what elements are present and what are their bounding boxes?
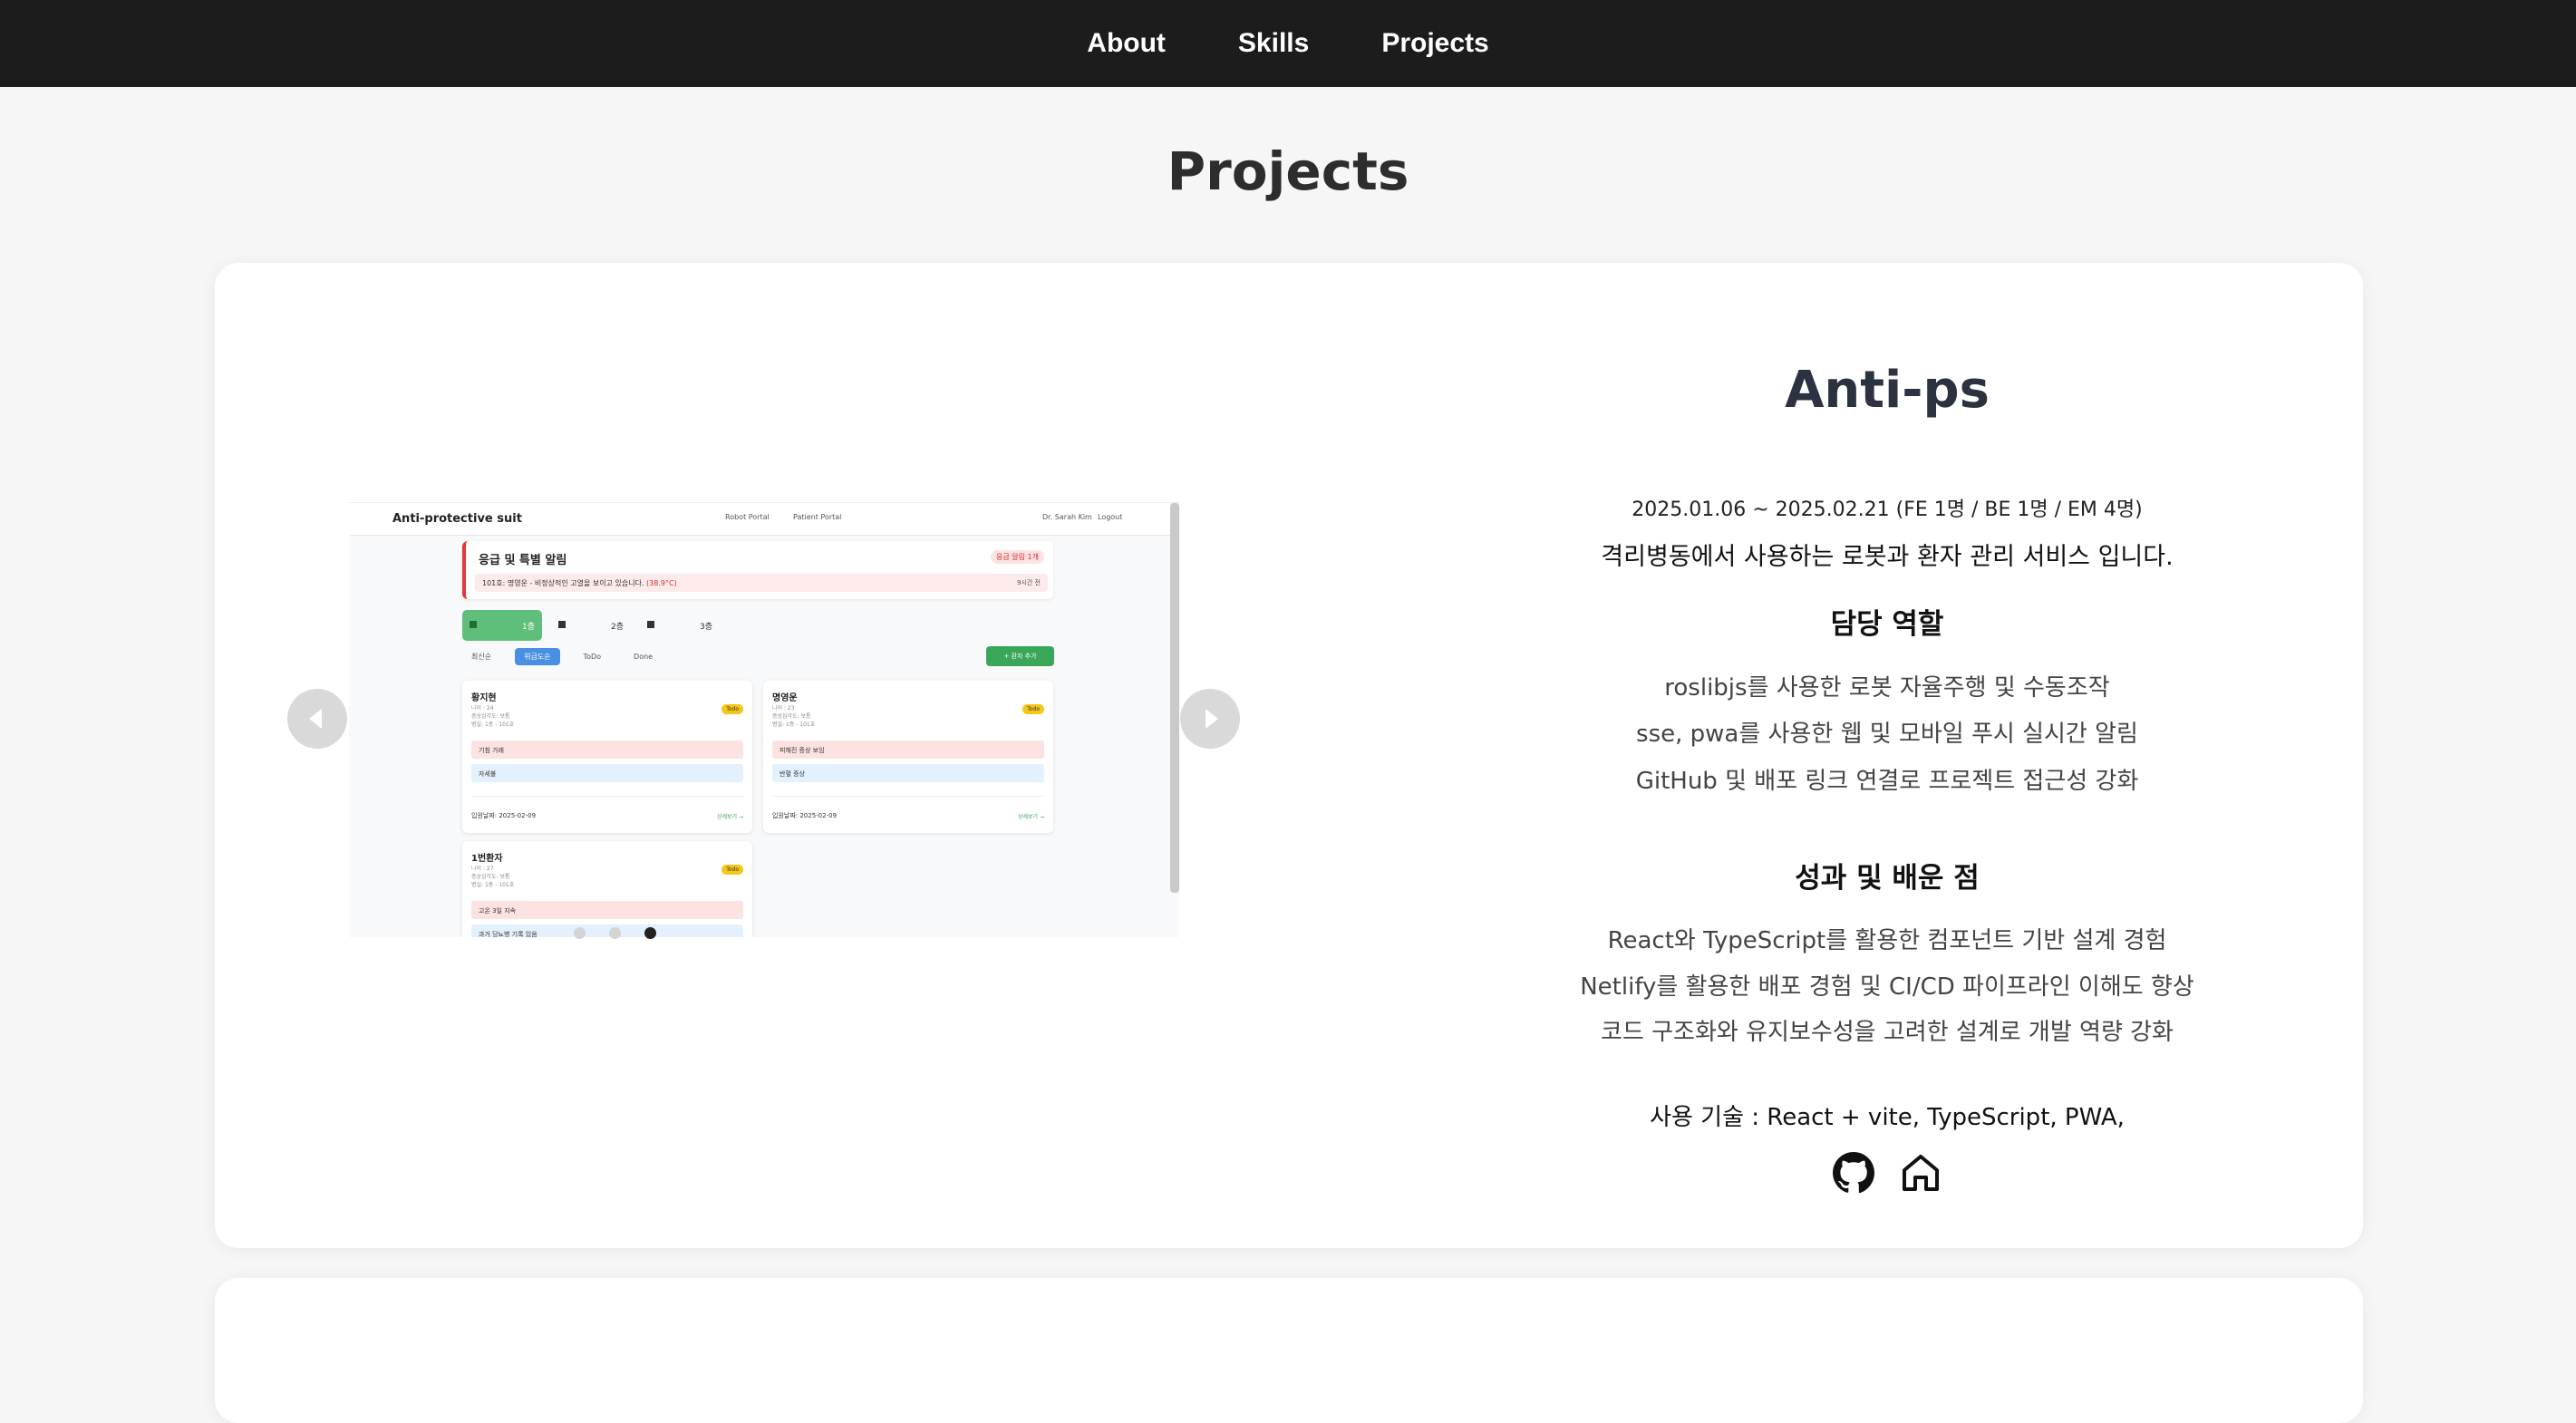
sort-tabs: 최신순 위급도순 ToDo Done xyxy=(462,648,662,665)
robot-portal-link: Robot Portal xyxy=(725,513,770,521)
app-header: Anti-protective suit Robot Portal Patien… xyxy=(349,503,1170,536)
tab-urgency: 위급도순 xyxy=(515,648,560,665)
role-item: roslibjs를 사용한 로봇 자율주행 및 수동조작 xyxy=(1664,674,2110,702)
learnings-heading: 성과 및 배운 점 xyxy=(1795,862,1980,895)
alert-panel: 응급 및 특별 알림 응급 알림 1개 101호: 명영운 - 비정상적인 고열… xyxy=(462,541,1053,599)
carousel-prev-button[interactable] xyxy=(287,689,347,749)
scrollbar xyxy=(1170,503,1179,893)
patient-card: 명영운 나이 : 23 증상심각도: 보통 병실: 1층 - 101호 Todo 피… xyxy=(763,681,1053,833)
project-period: 2025.01.06 ~ 2025.02.21 (FE 1명 / BE 1명 /… xyxy=(1632,499,2143,521)
alert-temp: (38.9°C) xyxy=(646,579,677,587)
tab-latest: 최신순 xyxy=(471,653,492,661)
project-title: Anti-ps xyxy=(1785,361,1990,420)
project-card: Anti-protective suit Robot Portal Patien… xyxy=(215,263,2363,1248)
tech-stack: 사용 기술 : React + vite, TypeScript, PWA, xyxy=(1650,1104,2125,1131)
add-patient-button: + 환자 추가 xyxy=(986,646,1054,666)
role-item: sse, pwa를 사용한 웹 및 모바일 푸시 실시간 알림 xyxy=(1636,721,2138,748)
floor-stat: 1층 xyxy=(462,610,542,641)
top-nav: About Skills Projects xyxy=(0,0,2576,87)
alert-text: 101호: 명영운 - 비정상적인 고열을 보이고 있습니다. xyxy=(482,579,644,587)
floor-stats: 1층 2층 3층 xyxy=(462,610,720,641)
logout-link: Logout xyxy=(1098,513,1123,521)
tab-done: Done xyxy=(634,653,654,661)
floor-stat: 2층 xyxy=(551,610,631,641)
user-name: Dr. Sarah Kim xyxy=(1042,513,1092,521)
project-description: 격리병동에서 사용하는 로봇과 환자 관리 서비스 입니다. xyxy=(1601,543,2174,571)
nav-skills[interactable]: Skills xyxy=(1238,28,1309,59)
section-title: Projects xyxy=(1167,140,1409,202)
alert-time: 9시간 전 xyxy=(1017,579,1041,586)
carousel-dots xyxy=(574,927,656,939)
tab-todo: ToDo xyxy=(583,653,602,661)
alert-count-pill: 응급 알림 1개 xyxy=(991,550,1044,564)
carousel-dot-2[interactable] xyxy=(609,927,621,939)
project-links xyxy=(1411,1151,2363,1195)
patient-portal-link: Patient Portal xyxy=(793,513,842,521)
alert-title: 응급 및 특별 알림 xyxy=(479,554,567,567)
role-heading: 담당 역할 xyxy=(1830,608,1944,641)
project-info: Anti-ps 2025.01.06 ~ 2025.02.21 (FE 1명 /… xyxy=(1411,263,2363,1248)
app-brand: Anti-protective suit xyxy=(392,512,522,526)
patient-card: 황지현 나이 : 24 증상심각도: 보통 병실: 1층 - 101호 Todo 기… xyxy=(462,681,752,833)
carousel-next-button[interactable] xyxy=(1180,689,1240,749)
floor-stat: 3층 xyxy=(640,610,720,641)
next-project-card xyxy=(215,1278,2363,1423)
alert-row: 101호: 명영운 - 비정상적인 고열을 보이고 있습니다. (38.9°C)… xyxy=(475,574,1048,592)
nav-about[interactable]: About xyxy=(1087,28,1166,59)
screenshot-carousel: Anti-protective suit Robot Portal Patien… xyxy=(215,263,1240,1248)
nav-projects[interactable]: Projects xyxy=(1381,28,1488,59)
learning-item: Netlify를 활용한 배포 경험 및 CI/CD 파이프라인 이해도 향상 xyxy=(1580,973,2194,1001)
chevron-right-icon xyxy=(1206,709,1218,729)
chevron-left-icon xyxy=(309,709,322,729)
home-icon[interactable] xyxy=(1899,1151,1942,1195)
learning-item: 코드 구조화와 유지보수성을 고려한 설계로 개발 역량 강화 xyxy=(1601,1019,2174,1046)
github-icon[interactable] xyxy=(1832,1151,1875,1195)
carousel-dot-1[interactable] xyxy=(574,927,586,939)
role-item: GitHub 및 배포 링크 연결로 프로젝트 접근성 강화 xyxy=(1635,768,2139,795)
carousel-slide-image: Anti-protective suit Robot Portal Patien… xyxy=(349,502,1179,937)
learning-item: React와 TypeScript를 활용한 컴포넌트 기반 설계 경험 xyxy=(1607,927,2167,954)
patient-card: 1번환자 나이 : 27 증상심각도: 보통 병실: 1층 - 101호 Todo … xyxy=(462,841,752,937)
carousel-dot-3[interactable] xyxy=(644,927,656,939)
